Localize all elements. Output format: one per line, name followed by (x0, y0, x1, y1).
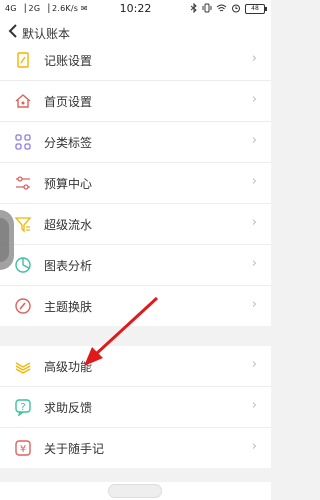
drawer-handle[interactable] (0, 210, 14, 270)
chevron-right-icon: › (251, 398, 257, 413)
menu-item-label: 分类标签 (44, 136, 93, 150)
menu-item-budget-center[interactable]: 预算中心 › (0, 163, 271, 204)
settings-group-more: 高级功能 › ? 求助反馈 › ¥ 关于随手记 › (0, 346, 271, 468)
vibrate-icon (202, 3, 212, 15)
menu-item-about[interactable]: ¥ 关于随手记 › (0, 428, 271, 468)
menu-item-label: 主题换肤 (44, 300, 93, 314)
battery-indicator: 48 (245, 4, 267, 14)
svg-text:¥: ¥ (20, 444, 26, 455)
menu-item-chart-analysis[interactable]: 图表分析 › (0, 245, 271, 286)
chevron-right-icon: › (251, 92, 257, 107)
menu-item-help-feedback[interactable]: ? 求助反馈 › (0, 387, 271, 428)
menu-item-category-tags[interactable]: 分类标签 › (0, 122, 271, 163)
menu-item-label: 首页设置 (44, 95, 93, 109)
paint-icon (14, 297, 32, 315)
settings-group-main: 记账设置 › 首页设置 › 分类标签 › 预算中心 › 超级流水 › 图表分析 … (0, 40, 271, 326)
menu-item-record-settings[interactable]: 记账设置 › (0, 40, 271, 81)
chevron-right-icon: › (251, 174, 257, 189)
wifi-icon (216, 4, 227, 15)
chevron-right-icon: › (251, 297, 257, 312)
yen-badge-icon: ¥ (14, 439, 32, 457)
menu-item-home-settings[interactable]: 首页设置 › (0, 81, 271, 122)
chevron-right-icon: › (251, 357, 257, 372)
menu-item-advanced-features[interactable]: 高级功能 › (0, 346, 271, 387)
chevron-right-icon: › (251, 256, 257, 271)
grid-icon (14, 133, 32, 151)
bluetooth-icon (190, 2, 198, 15)
svg-text:?: ? (20, 402, 25, 413)
chevron-right-icon: › (251, 51, 257, 66)
menu-item-label: 关于随手记 (44, 442, 105, 456)
menu-item-theme-skin[interactable]: 主题换肤 › (0, 286, 271, 326)
menu-item-label: 超级流水 (44, 218, 93, 232)
menu-item-label: 求助反馈 (44, 401, 93, 415)
chevron-right-icon: › (251, 439, 257, 454)
document-pen-icon (14, 51, 32, 69)
sliders-icon (14, 174, 32, 192)
chevron-right-icon: › (251, 133, 257, 148)
menu-item-label: 高级功能 (44, 360, 93, 374)
home-button[interactable] (108, 484, 162, 498)
pie-chart-icon (14, 256, 32, 274)
layers-icon (14, 357, 32, 375)
status-bar: 4G ▕ 2G ▕ 2.6K/s ✉ 10:22 48 (0, 0, 271, 18)
menu-item-super-flow[interactable]: 超级流水 › (0, 204, 271, 245)
help-icon: ? (14, 398, 32, 417)
system-nav-bar (0, 482, 271, 500)
menu-item-label: 预算中心 (44, 177, 93, 191)
home-icon (14, 92, 32, 110)
filter-icon (14, 215, 32, 233)
alarm-icon (231, 3, 241, 15)
chevron-right-icon: › (251, 215, 257, 230)
menu-item-label: 图表分析 (44, 259, 93, 273)
menu-item-label: 记账设置 (44, 54, 93, 68)
